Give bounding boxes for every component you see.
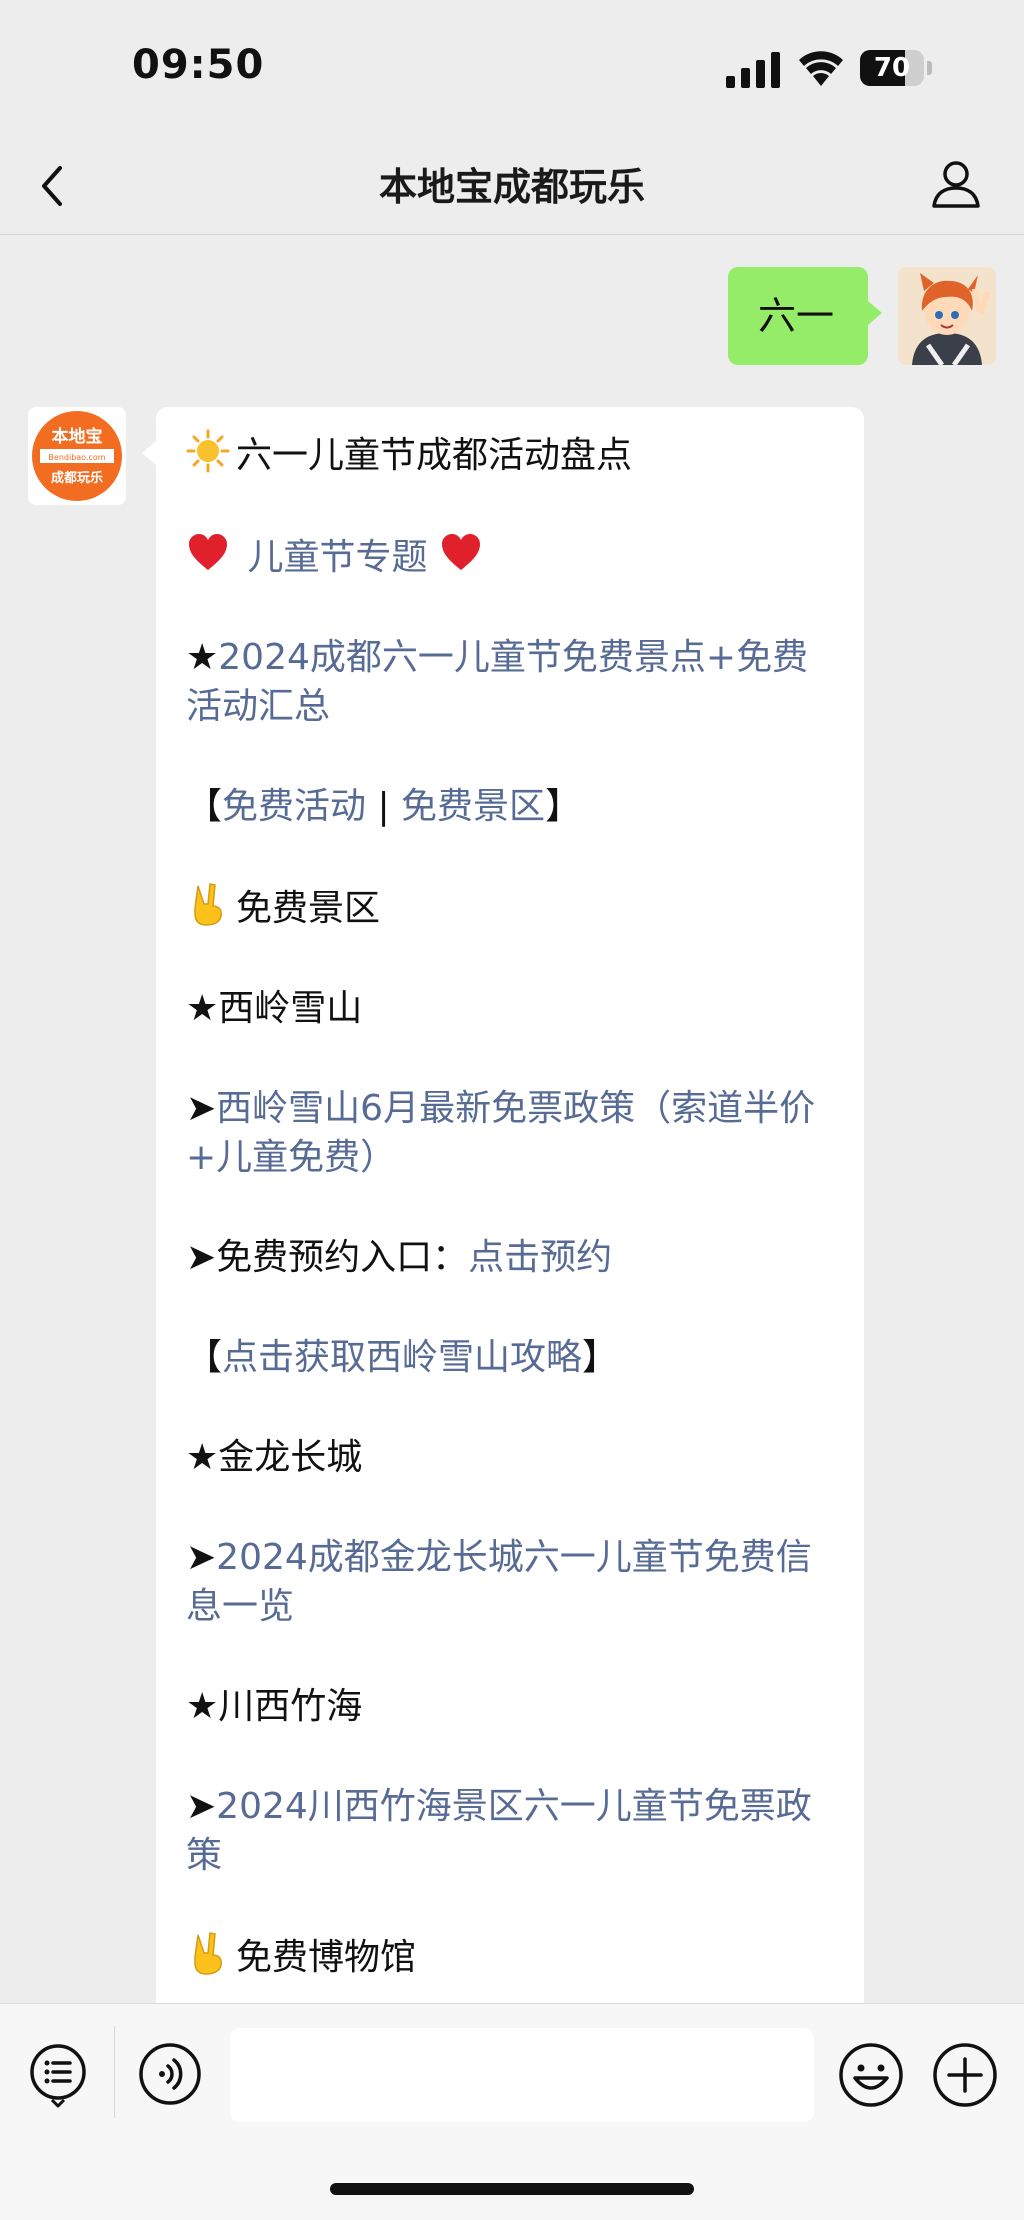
message-text: 】 xyxy=(582,1337,619,1378)
logo-sub-text: 成都玩乐 xyxy=(51,470,103,486)
message-text: ➤ xyxy=(186,1786,217,1827)
message-line: ★西岭雪山 xyxy=(186,984,834,1033)
chat-header: 本地宝成都玩乐 xyxy=(0,140,1024,235)
message-link[interactable]: 点击获取西岭雪山攻略 xyxy=(222,1337,582,1378)
status-bar: 09:50 70 xyxy=(0,0,1024,140)
message-line: ★金龙长城 xyxy=(186,1433,834,1482)
cellular-signal-icon xyxy=(726,52,780,88)
message-line: ➤2024成都金龙长城六一儿童节免费信息一览 xyxy=(186,1533,834,1631)
more-plus-icon[interactable] xyxy=(932,2042,998,2108)
chat-area[interactable]: 六一 本地宝 Bendibao.com 成都玩乐 六一儿童节成都活动盘点 儿童节… xyxy=(0,235,1024,2003)
back-chevron-icon[interactable] xyxy=(32,158,72,214)
message-text: ★金龙长城 xyxy=(186,1437,363,1478)
message-line: ★2024成都六一儿童节免费景点+免费活动汇总 xyxy=(186,633,834,731)
message-link[interactable]: 儿童节专题 xyxy=(236,537,439,578)
heart-emoji-icon xyxy=(439,534,489,578)
message-line: ➤免费预约入口：点击预约 xyxy=(186,1233,834,1282)
battery-tip xyxy=(927,61,932,75)
message-link[interactable]: 2024成都六一儿童节免费景点+免费活动汇总 xyxy=(186,637,808,727)
message-link[interactable]: 2024成都金龙长城六一儿童节免费信息一览 xyxy=(186,1537,812,1627)
message-text: 【 xyxy=(186,1337,223,1378)
message-text: 免费景区 xyxy=(236,888,381,929)
outgoing-message-bubble[interactable]: 六一 xyxy=(728,267,882,365)
message-text: ★川西竹海 xyxy=(186,1686,363,1727)
bendibao-avatar[interactable]: 本地宝 Bendibao.com 成都玩乐 xyxy=(28,407,126,505)
message-text: 【 xyxy=(186,786,223,827)
emoji-smiley-icon[interactable] xyxy=(838,2042,904,2108)
logo-site-text: Bendibao.com xyxy=(48,453,105,462)
home-indicator xyxy=(330,2183,694,2195)
message-line: 【免费活动 | 免费景区】 xyxy=(186,782,834,831)
message-text: ➤ xyxy=(186,1088,217,1129)
chat-title: 本地宝成都玩乐 xyxy=(378,165,645,209)
heart-emoji-icon xyxy=(186,534,236,578)
logo-text: 本地宝 xyxy=(52,426,103,447)
message-line: ★川西竹海 xyxy=(186,1682,834,1731)
message-link[interactable]: 西岭雪山6月最新免票政策（索道半价+儿童免费） xyxy=(186,1088,815,1178)
message-text: ➤免费预约入口： xyxy=(186,1237,469,1278)
user-avatar[interactable] xyxy=(898,267,996,365)
message-text: ★ xyxy=(186,637,219,678)
status-time: 09:50 xyxy=(132,42,265,88)
message-text: | xyxy=(366,786,402,827)
message-input[interactable] xyxy=(230,2028,814,2122)
sun-emoji-icon xyxy=(186,429,236,476)
message-line: ➤2024川西竹海景区六一儿童节免票政策 xyxy=(186,1782,834,1880)
profile-icon[interactable] xyxy=(930,156,982,212)
message-link[interactable]: 点击预约 xyxy=(468,1237,612,1278)
battery-level: 70 xyxy=(873,53,911,83)
message-line: 六一儿童节成都活动盘点 xyxy=(186,429,834,480)
message-text: ➤ xyxy=(186,1537,217,1578)
message-link[interactable]: 2024川西竹海景区六一儿童节免票政策 xyxy=(186,1786,812,1876)
message-link[interactable]: 免费景区 xyxy=(401,786,545,827)
input-divider xyxy=(114,2026,115,2118)
message-text: 六一儿童节成都活动盘点 xyxy=(236,435,633,476)
message-line: 儿童节专题 xyxy=(186,531,834,582)
message-line: 免费博物馆 xyxy=(186,1931,834,1982)
wifi-icon xyxy=(799,51,843,86)
victory-emoji-icon xyxy=(186,1932,236,1978)
message-line: 免费景区 xyxy=(186,882,834,933)
message-text: 免费博物馆 xyxy=(236,1937,417,1978)
message-link[interactable]: 免费活动 xyxy=(222,786,366,827)
battery-indicator: 70 xyxy=(860,50,934,86)
message-text: 】 xyxy=(545,786,582,827)
service-menu-icon[interactable] xyxy=(28,2042,88,2108)
outgoing-message-row: 六一 xyxy=(0,267,1024,367)
victory-emoji-icon xyxy=(186,883,236,929)
incoming-message-bubble[interactable]: 六一儿童节成都活动盘点 儿童节专题 ★2024成都六一儿童节免费景点+免费活动汇… xyxy=(142,407,864,2003)
message-text: ★西岭雪山 xyxy=(186,988,363,1029)
message-line: 【点击获取西岭雪山攻略】 xyxy=(186,1333,834,1382)
message-line: ➤西岭雪山6月最新免票政策（索道半价+儿童免费） xyxy=(186,1084,834,1182)
voice-input-icon[interactable] xyxy=(138,2042,202,2106)
